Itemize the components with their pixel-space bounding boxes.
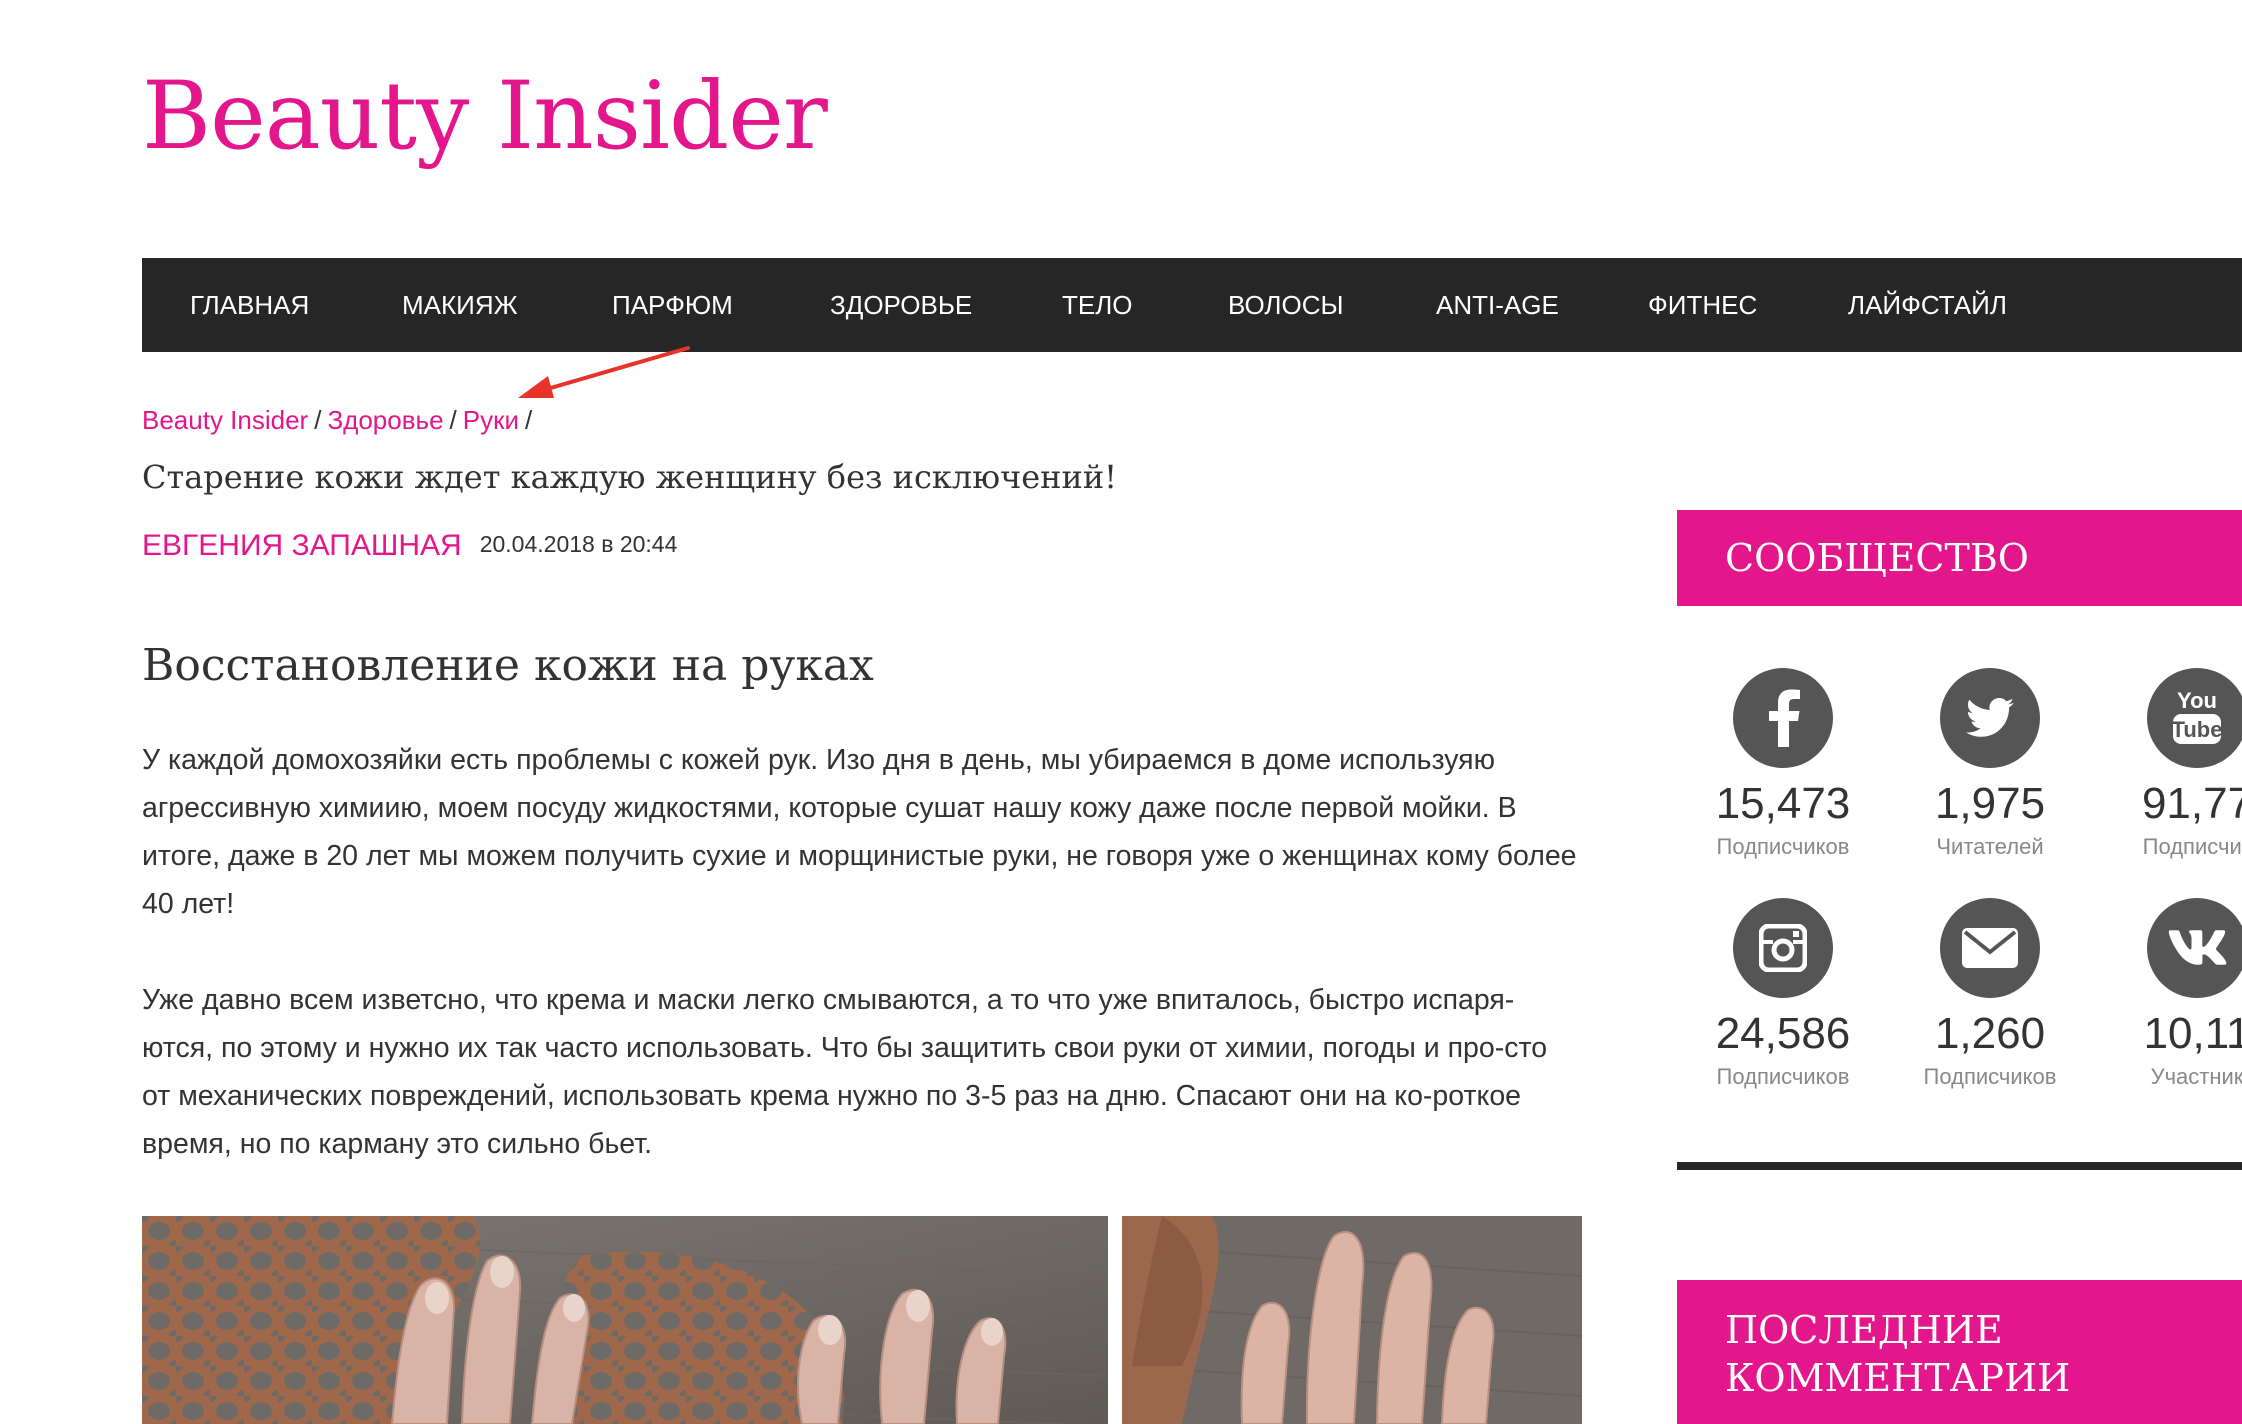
social-label: Подписчиков bbox=[1716, 1064, 1850, 1089]
social-instagram[interactable]: 24,586 Подписчиков bbox=[1673, 898, 1893, 1090]
social-email[interactable]: 1,260 Подписчиков bbox=[1880, 898, 2100, 1090]
social-count: 15,473 bbox=[1715, 779, 1851, 828]
social-label: Подписчиков bbox=[1716, 834, 1850, 859]
social-count: 1,260 bbox=[1934, 1009, 2046, 1058]
site-title[interactable]: Beauty Insider bbox=[142, 62, 828, 172]
article-paragraph: Уже давно всем изветсно, что крема и мас… bbox=[142, 984, 1548, 1160]
widget-divider bbox=[1677, 1162, 2242, 1170]
svg-text:Tube: Tube bbox=[2172, 717, 2223, 742]
breadcrumb-separator: / bbox=[314, 405, 322, 435]
breadcrumb-link-home[interactable]: Beauty Insider bbox=[142, 405, 308, 435]
social-twitter[interactable]: 1,975 Читателей bbox=[1880, 668, 2100, 860]
social-count: 10,11 bbox=[2143, 1009, 2242, 1058]
main-navigation: ГЛАВНАЯ МАКИЯЖ ПАРФЮМ ЗДОРОВЬЕ ТЕЛО ВОЛО… bbox=[142, 258, 2242, 352]
social-label: Читателей bbox=[1936, 834, 2044, 859]
breadcrumb-link-hands[interactable]: Руки bbox=[463, 405, 519, 435]
recent-comments-widget-title: ПОСЛЕДНИЕ КОММЕНТАРИИ bbox=[1677, 1280, 2242, 1424]
article-paragraph: У каждой домохозяйки есть проблемы с кож… bbox=[142, 744, 1577, 920]
social-facebook[interactable]: 15,473 Подписчиков bbox=[1673, 668, 1893, 860]
post-date: 20.04.2018 в 20:44 bbox=[479, 531, 678, 557]
breadcrumb: Beauty Insider / Здоровье / Руки / bbox=[142, 402, 538, 438]
email-icon bbox=[1940, 898, 2040, 998]
post-subtitle: Старение кожи ждет каждую женщину без ис… bbox=[142, 458, 1117, 496]
post-meta: ЕВГЕНИЯ ЗАПАШНАЯ 20.04.2018 в 20:44 bbox=[142, 526, 677, 569]
vk-icon bbox=[2147, 898, 2242, 998]
youtube-icon: You Tube bbox=[2147, 668, 2242, 768]
article-photo-hands[interactable] bbox=[142, 1216, 1108, 1424]
author-link[interactable]: ЕВГЕНИЯ ЗАПАШНАЯ bbox=[142, 529, 462, 562]
nav-item-body[interactable]: ТЕЛО bbox=[1062, 258, 1133, 352]
community-widget-title: СООБЩЕСТВО bbox=[1677, 510, 2242, 606]
nav-item-health[interactable]: ЗДОРОВЬЕ bbox=[830, 258, 972, 352]
nav-item-makeup[interactable]: МАКИЯЖ bbox=[402, 258, 518, 352]
nav-item-fitness[interactable]: ФИТНЕС bbox=[1648, 258, 1757, 352]
article-photo-hand-closeup[interactable] bbox=[1122, 1216, 1582, 1424]
instagram-icon bbox=[1733, 898, 1833, 998]
nav-item-hair[interactable]: ВОЛОСЫ bbox=[1228, 258, 1344, 352]
social-youtube[interactable]: You Tube 91,77 Подписчик bbox=[2087, 668, 2242, 860]
article-heading: Восстановление кожи на руках bbox=[142, 640, 874, 691]
social-vk[interactable]: 10,11 Участник bbox=[2087, 898, 2242, 1090]
facebook-icon bbox=[1733, 668, 1833, 768]
nav-item-perfume[interactable]: ПАРФЮМ bbox=[612, 258, 733, 352]
breadcrumb-separator: / bbox=[525, 405, 533, 435]
social-count: 24,586 bbox=[1715, 1009, 1851, 1058]
nav-item-lifestyle[interactable]: ЛАЙФСТАЙЛ bbox=[1848, 258, 2007, 352]
annotation-arrow bbox=[518, 346, 690, 398]
twitter-icon bbox=[1940, 668, 2040, 768]
breadcrumb-separator: / bbox=[449, 405, 457, 435]
nav-item-home[interactable]: ГЛАВНАЯ bbox=[190, 258, 309, 352]
social-label: Участник bbox=[2150, 1064, 2242, 1089]
social-count: 1,975 bbox=[1934, 779, 2046, 828]
svg-text:You: You bbox=[2177, 688, 2217, 713]
breadcrumb-link-health[interactable]: Здоровье bbox=[327, 405, 443, 435]
social-label: Подписчик bbox=[2142, 834, 2242, 859]
social-label: Подписчиков bbox=[1923, 1064, 2057, 1089]
social-count: 91,77 bbox=[2141, 779, 2242, 828]
nav-item-anti-age[interactable]: ANTI-AGE bbox=[1436, 258, 1559, 352]
